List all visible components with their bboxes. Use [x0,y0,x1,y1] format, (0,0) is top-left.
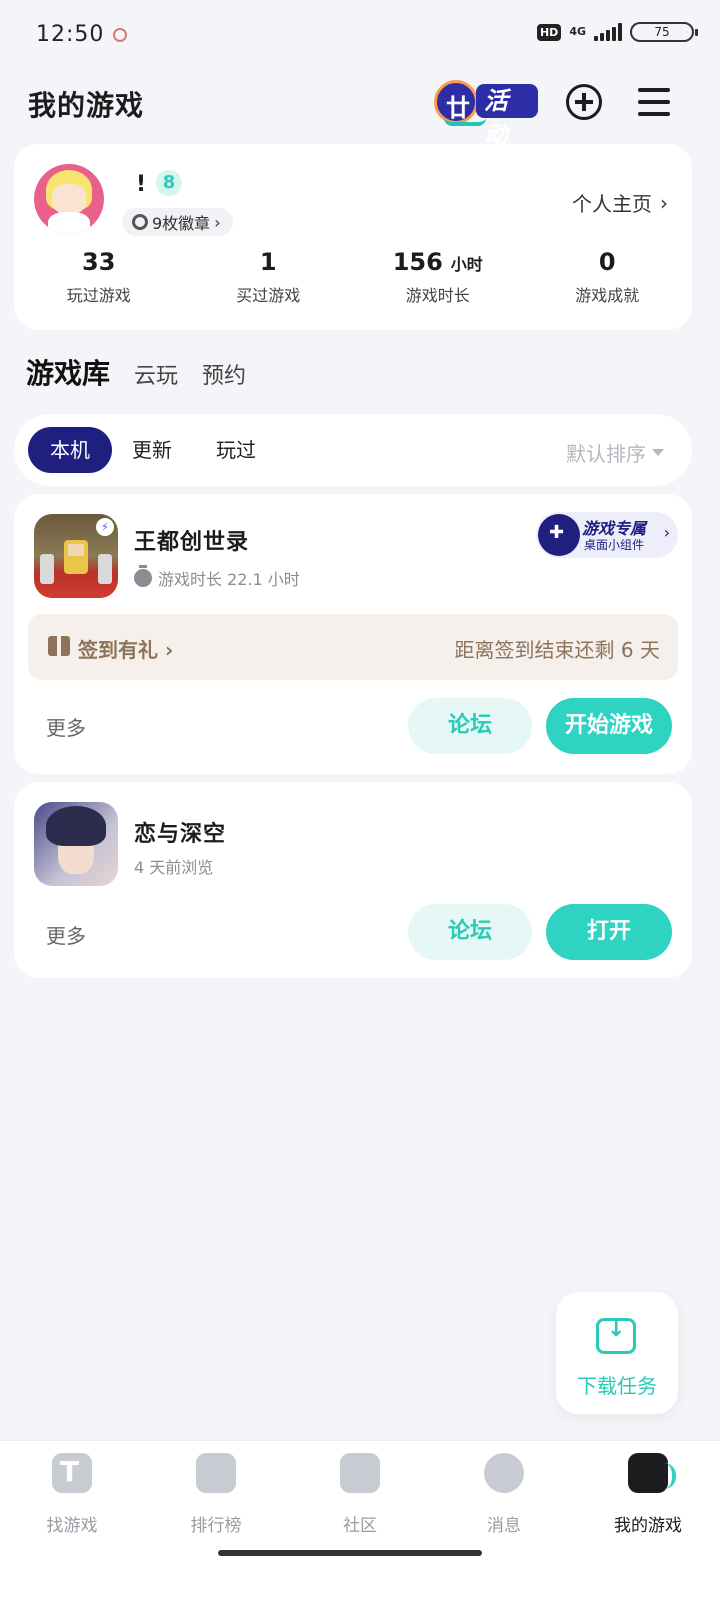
more-button[interactable]: 更多 [46,712,86,741]
add-game-button[interactable] [566,84,602,120]
filter-local[interactable]: 本机 [28,427,112,473]
nav-label: 找游戏 [46,1516,98,1536]
download-task-button[interactable]: 下载任务 [556,1292,678,1414]
page: 12:50 HD 4G 75 我的游戏 活动 ! 8 [0,0,720,1601]
signin-remaining: 距离签到结束还剩 6 天 [454,638,660,662]
bottom-nav: 找游戏 排行榜 社区 消息 我的游戏 [0,1440,720,1601]
chevron-right-icon: › [660,190,668,215]
desktop-widget-button[interactable]: 游戏专属 桌面小组件 › [536,512,678,558]
avatar[interactable] [34,164,104,234]
nav-label: 我的游戏 [614,1516,682,1536]
tab-reservations[interactable]: 预约 [202,358,246,390]
gamepad-icon [628,1453,676,1493]
battery-icon: 75 [630,22,698,42]
profile-home-label: 个人主页 [572,192,652,216]
hd-icon: HD [536,23,562,41]
gamepad-icon [538,514,580,556]
nav-community[interactable]: 社区 [288,1453,432,1536]
library-tabs: 游戏库 云玩 预约 [26,352,246,392]
stat-value: 156 [392,248,443,276]
level-badge-icon: 8 [156,170,182,196]
stat-label: 游戏成就 [575,286,640,305]
home-indicator[interactable] [218,1550,482,1556]
sort-label: 默认排序 [566,442,646,466]
rankings-icon [196,1453,236,1493]
badges-button[interactable]: 9枚徽章 › [122,208,233,236]
game-card: 恋与深空 4 天前浏览 更多 论坛 打开 [14,782,692,978]
caret-down-icon [652,449,664,456]
forum-button[interactable]: 论坛 [408,904,532,960]
signin-reward-bar[interactable]: 签到有礼 › 距离签到结束还剩 6 天 [28,614,678,680]
forum-button[interactable]: 论坛 [408,698,532,754]
game-playtime: 游戏时长 22.1 小时 [134,565,300,590]
game-title[interactable]: 王都创世录 [134,524,249,556]
chat-bubble-icon [484,1453,524,1493]
start-game-button[interactable]: 开始游戏 [546,698,672,754]
widget-subtitle: 桌面小组件 [584,538,645,552]
status-time: 12:50 [36,22,105,47]
more-button[interactable]: 更多 [46,920,86,949]
game-icon[interactable]: ⚡ [34,514,118,598]
open-game-button[interactable]: 打开 [546,904,672,960]
filter-bar: 本机 更新 玩过 默认排序 [14,414,692,486]
game-playtime-text: 游戏时长 22.1 小时 [158,570,300,589]
tab-cloud-play[interactable]: 云玩 [134,358,178,390]
profile-stats: 33 玩过游戏 1 买过游戏 156 小时 游戏时长 0 游戏成就 [14,248,692,306]
chevron-right-icon: › [663,523,670,542]
stopwatch-icon [134,565,152,587]
stat-value: 1 [259,248,277,276]
stat-achievements[interactable]: 0 游戏成就 [523,248,693,306]
game-icon[interactable] [34,802,118,886]
stat-value: 0 [598,248,616,276]
activity-label: 活动 [476,84,538,149]
community-icon [340,1453,380,1493]
lightning-icon: ⚡ [96,518,114,536]
gift-icon [48,634,70,658]
notification-icon [113,28,127,42]
network-label: 4G [569,25,586,38]
nav-rankings[interactable]: 排行榜 [144,1453,288,1536]
download-task-label: 下载任务 [577,1374,657,1398]
nav-find-games[interactable]: 找游戏 [0,1453,144,1536]
stat-played-games[interactable]: 33 玩过游戏 [14,248,184,306]
game-last-viewed: 4 天前浏览 [134,858,214,877]
stat-value: 33 [82,248,116,276]
profile-home-link[interactable]: 个人主页 › [572,188,668,217]
signal-icon [594,23,622,41]
game-title[interactable]: 恋与深空 [134,816,226,848]
activity-button[interactable]: 活动 [430,76,538,149]
username: ! [136,172,147,197]
status-right: HD 4G 75 [536,22,698,42]
stat-bought-games[interactable]: 1 买过游戏 [184,248,354,306]
stat-label: 玩过游戏 [66,286,131,305]
nav-messages[interactable]: 消息 [432,1453,576,1536]
nav-my-games[interactable]: 我的游戏 [576,1453,720,1536]
hamburger-icon [638,88,670,92]
find-games-icon [52,1453,92,1493]
stat-unit: 小时 [450,255,483,274]
signin-label: 签到有礼 › [78,638,174,662]
tab-game-library[interactable]: 游戏库 [26,352,111,392]
filter-updates[interactable]: 更新 [110,427,194,473]
chevron-right-icon: › [214,212,221,232]
nav-label: 排行榜 [190,1516,242,1536]
page-title: 我的游戏 [28,89,145,122]
filter-played[interactable]: 玩过 [194,427,278,473]
status-bar: 12:50 HD 4G 75 [0,0,720,70]
nav-label: 社区 [343,1516,377,1536]
stat-label: 买过游戏 [236,286,301,305]
stat-label: 游戏时长 [405,286,470,305]
nav-label: 消息 [487,1516,521,1536]
stat-play-time[interactable]: 156 小时 游戏时长 [353,248,523,306]
sort-dropdown[interactable]: 默认排序 [566,438,664,467]
game-card: ⚡ 王都创世录 游戏时长 22.1 小时 游戏专属 桌面小组件 › 签到有礼 ›… [14,494,692,774]
download-icon [596,1317,636,1354]
badges-label: 9枚徽章 [152,214,211,233]
medal-icon [132,214,148,230]
profile-card: ! 8 9枚徽章 › 个人主页 › 33 玩过游戏 1 买过游戏 156 小时 游… [14,144,692,330]
menu-button[interactable] [636,84,672,120]
